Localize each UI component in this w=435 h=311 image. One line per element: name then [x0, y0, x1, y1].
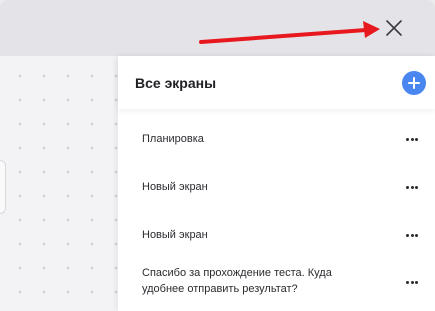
canvas-area	[0, 56, 118, 311]
panel-header: Все экраны	[118, 56, 435, 109]
more-options-button[interactable]	[404, 230, 420, 240]
more-dots-icon	[406, 186, 409, 189]
screen-item-label: Новый экран	[142, 181, 208, 193]
more-dots-icon	[406, 281, 409, 284]
panel-title: Все экраны	[135, 75, 217, 91]
more-options-button[interactable]	[404, 182, 420, 192]
more-options-button[interactable]	[404, 277, 420, 287]
screen-item-label: Планировка	[142, 133, 204, 145]
close-button[interactable]	[382, 16, 406, 40]
more-dots-icon	[406, 138, 409, 141]
screens-panel: Все экраны Планировка Новый экран Новый …	[118, 56, 435, 311]
close-icon	[386, 20, 402, 36]
more-options-button[interactable]	[404, 134, 420, 144]
screen-item[interactable]: Новый экран	[118, 166, 435, 210]
screen-item[interactable]: Новый экран	[118, 214, 435, 258]
top-bar	[0, 0, 435, 56]
more-dots-icon	[406, 234, 409, 237]
screen-item[interactable]: Планировка	[118, 118, 435, 162]
canvas-element	[0, 160, 6, 214]
screen-item[interactable]: Спасибо за прохождение теста. Куда удобн…	[118, 260, 435, 310]
add-screen-button[interactable]	[402, 71, 426, 95]
screen-item-label: Спасибо за прохождение теста. Куда удобн…	[142, 267, 332, 295]
screen-item-label: Новый экран	[142, 229, 208, 241]
